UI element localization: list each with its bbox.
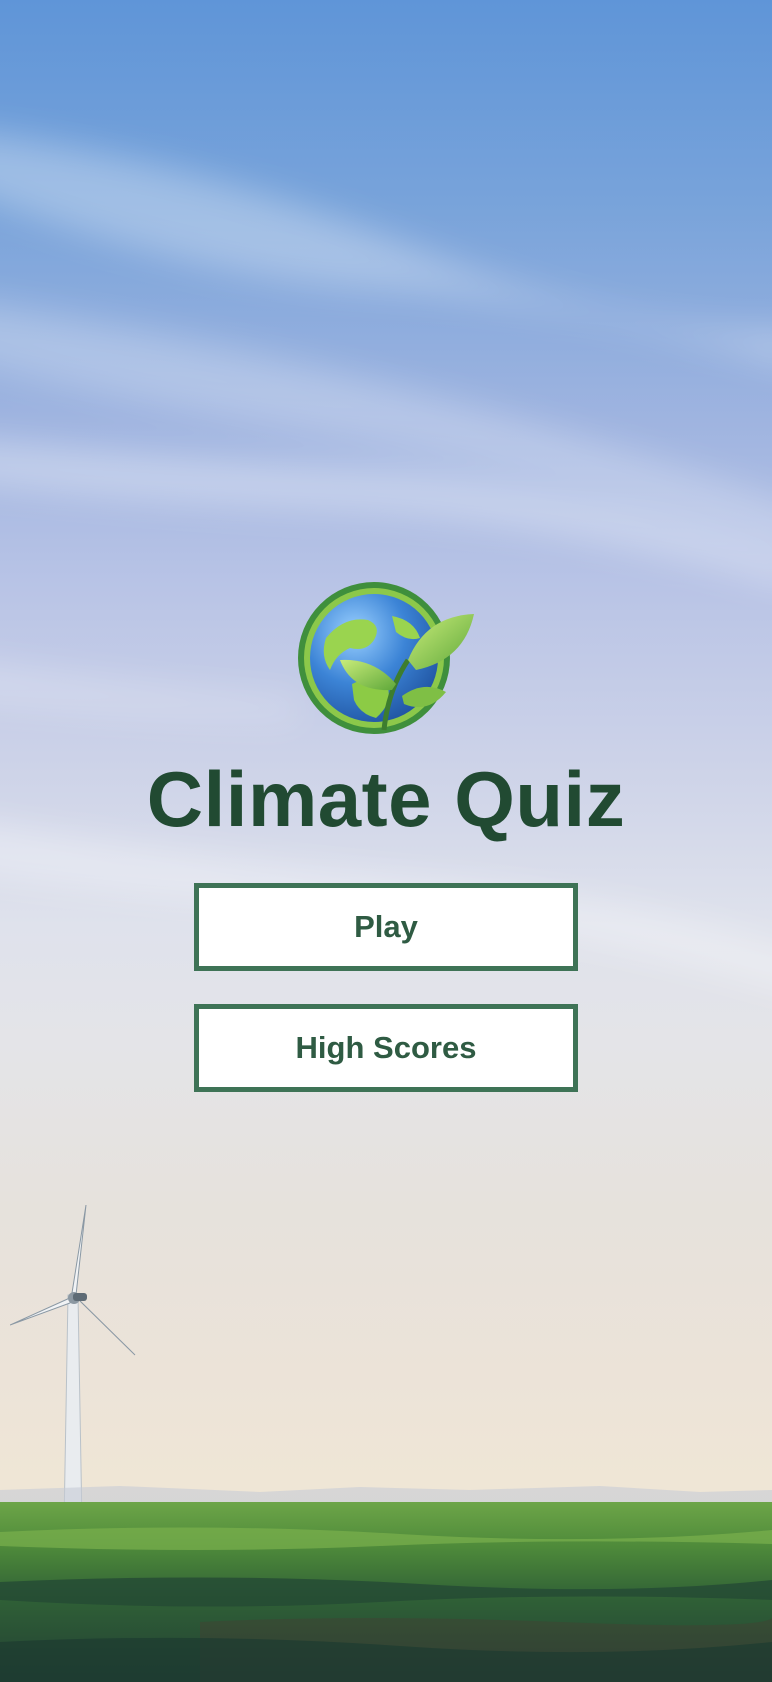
landscape-background (0, 1486, 772, 1682)
high-scores-button[interactable]: High Scores (194, 1004, 578, 1092)
app-title: Climate Quiz (146, 755, 626, 843)
earth-sprout-icon (298, 582, 474, 734)
main-menu: Climate Quiz Play High Scores (0, 580, 772, 1092)
play-button[interactable]: Play (194, 883, 578, 971)
